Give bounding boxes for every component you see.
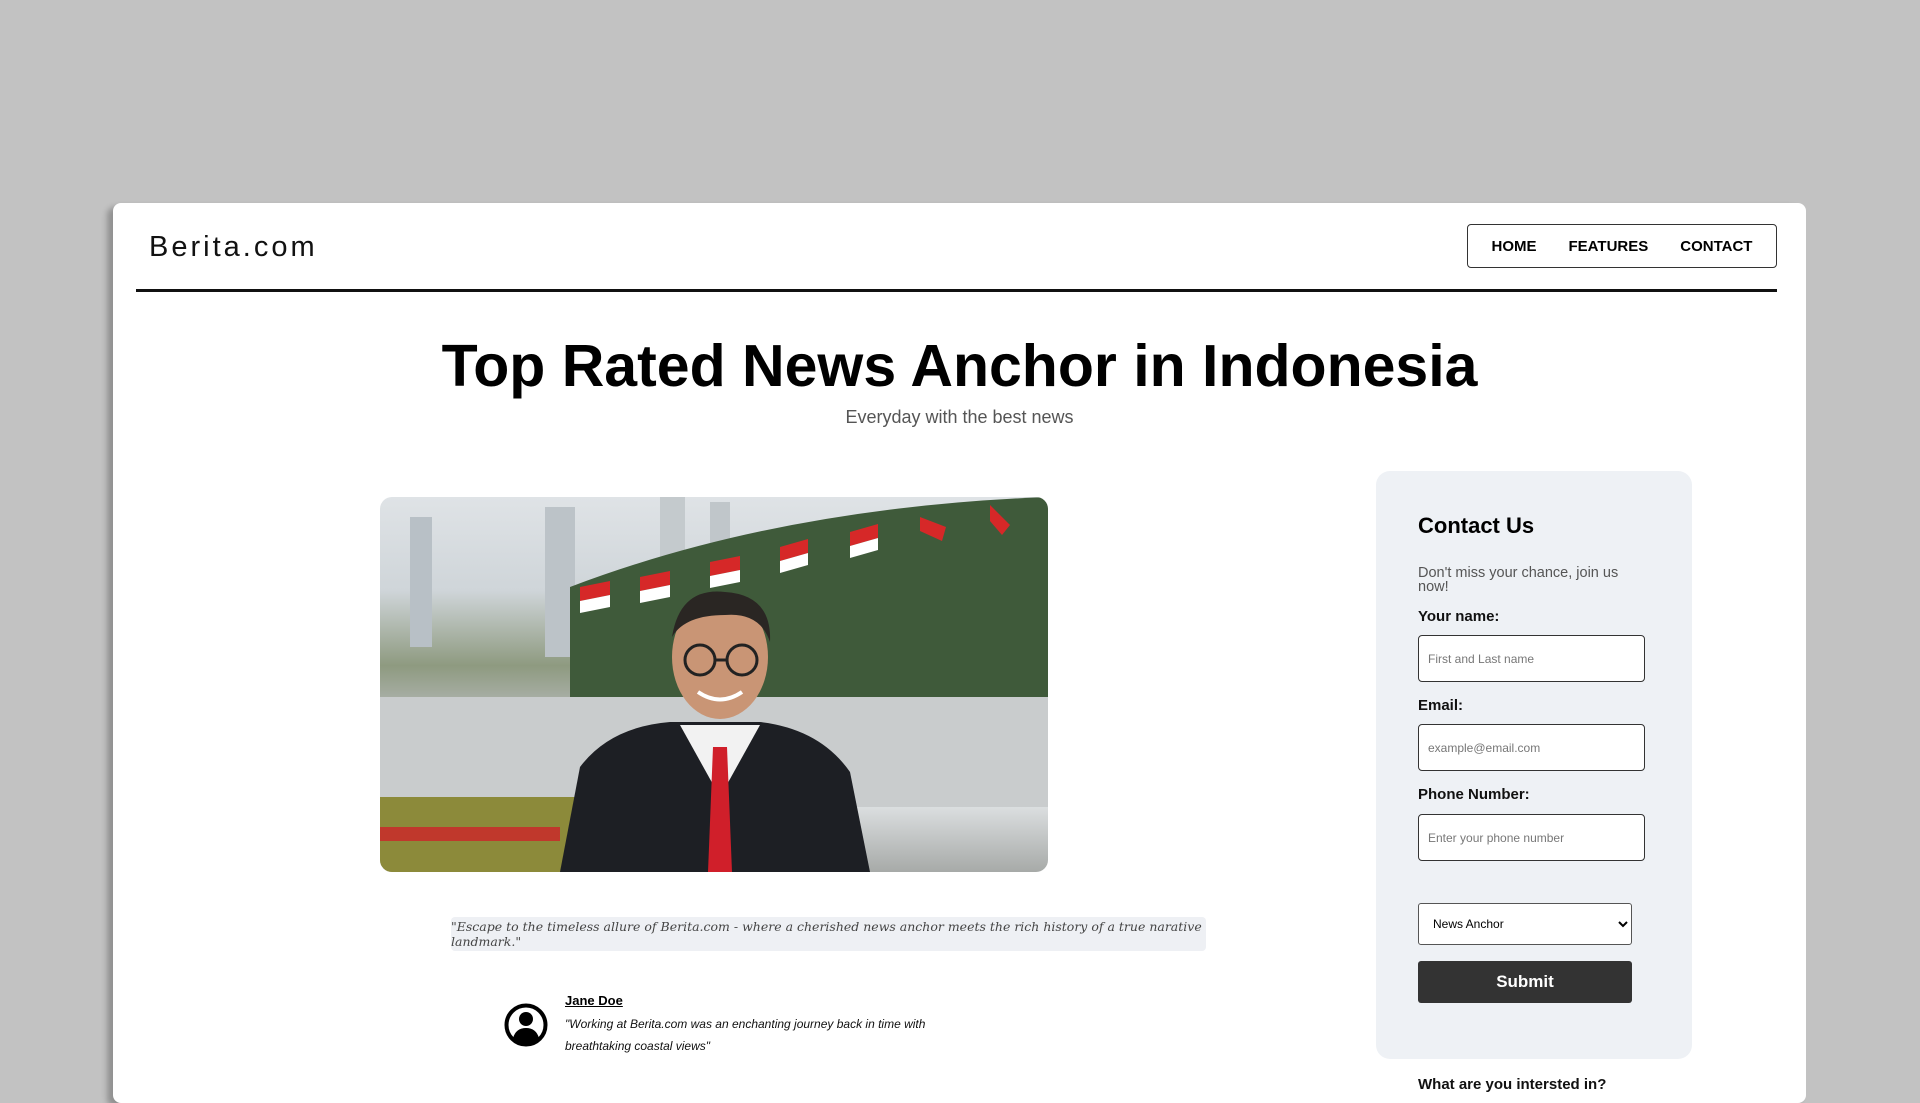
email-label: Email: — [1418, 697, 1464, 714]
submit-button[interactable]: Submit — [1418, 961, 1632, 1003]
contact-form: Contact Us Don't miss your chance, join … — [1376, 471, 1692, 1093]
page-subtitle: Everyday with the best news — [845, 407, 1074, 427]
nav-contact[interactable]: CONTACT — [1680, 238, 1752, 255]
nav-home[interactable]: HOME — [1492, 238, 1537, 255]
testimonial-name[interactable]: Jane Doe — [565, 993, 623, 1008]
name-label: Your name: — [1418, 608, 1500, 625]
page-card: Berita.com HOME FEATURES CONTACT Top Rat… — [113, 203, 1806, 1103]
site-logo[interactable]: Berita.com — [149, 231, 318, 264]
header-divider — [136, 289, 1777, 292]
phone-label: Phone Number: — [1418, 786, 1530, 803]
nav-features[interactable]: FEATURES — [1569, 238, 1649, 255]
interest-label: What are you intersted in? — [1418, 1076, 1607, 1093]
phone-input[interactable] — [1418, 814, 1645, 861]
interest-select[interactable]: News Anchor — [1418, 903, 1632, 945]
quote-banner: "Escape to the timeless allure of Berita… — [451, 917, 1206, 951]
testimonial-text: "Working at Berita.com was an enchanting… — [565, 1017, 926, 1053]
page-title: Top Rated News Anchor in Indonesia — [441, 333, 1478, 399]
main-nav: HOME FEATURES CONTACT — [1467, 224, 1777, 268]
email-input[interactable] — [1418, 724, 1645, 771]
contact-heading: Contact Us — [1418, 513, 1535, 538]
user-avatar-icon — [504, 1003, 548, 1047]
contact-description: Don't miss your chance, join us now! — [1418, 565, 1619, 595]
news-anchor-photo — [380, 497, 1048, 872]
name-input[interactable] — [1418, 635, 1645, 682]
